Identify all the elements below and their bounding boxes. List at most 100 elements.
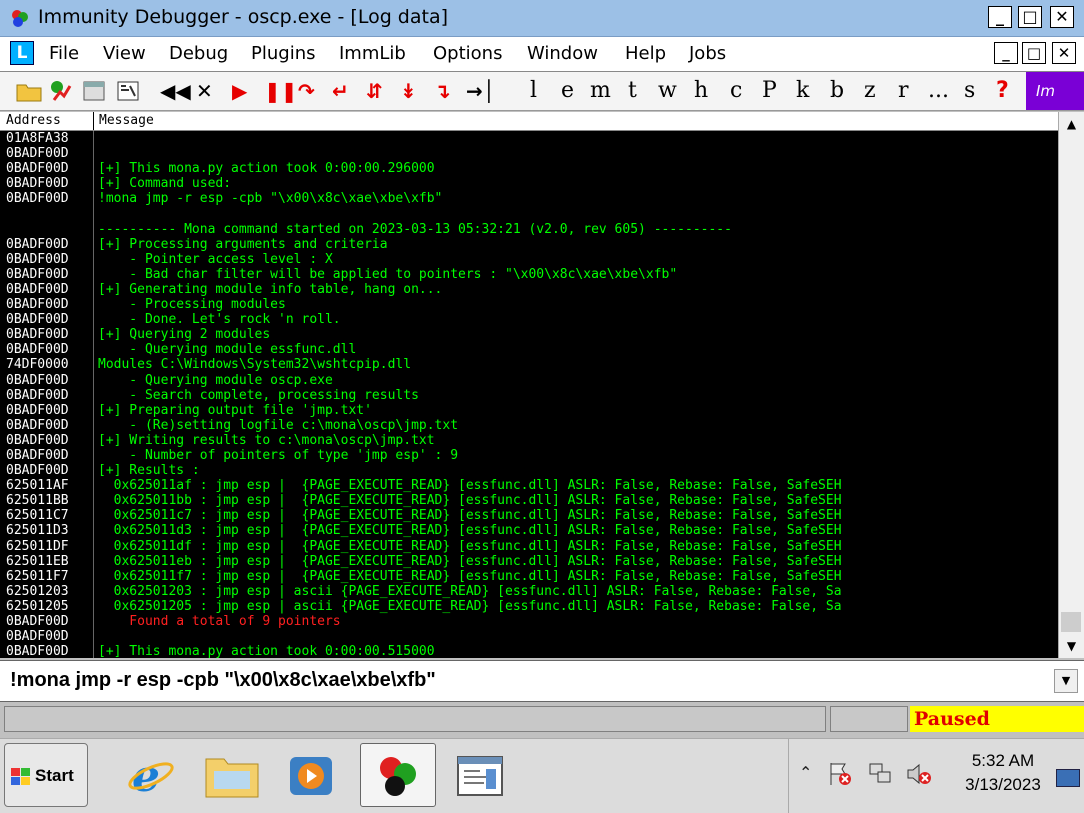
menu-debug[interactable]: Debug — [169, 43, 228, 64]
menu-help[interactable]: Help — [625, 43, 666, 64]
help-icon[interactable]: ? — [996, 78, 1009, 104]
trace-over-icon[interactable]: ↡ — [400, 78, 417, 104]
toolbar-p[interactable]: P — [762, 78, 777, 104]
plugin-toolbar-label[interactable]: Im — [1026, 72, 1084, 110]
menu-immlib[interactable]: ImmLib — [339, 43, 406, 64]
restart-icon[interactable] — [48, 78, 74, 104]
log-row[interactable]: 74DF0000 Modules C:\Windows\System32\wsht… — [0, 357, 1058, 372]
log-row[interactable]: 0BADF00D [+] This mona.py action took 0:0… — [0, 161, 1058, 176]
log-row[interactable]: 625011BB 0x625011bb : jmp esp | {PAGE_EX… — [0, 493, 1058, 508]
log-row[interactable]: 0BADF00D - Done. Let's rock 'n roll. — [0, 312, 1058, 327]
log-row[interactable]: 0BADF00D - (Re)setting logfile c:\mona\o… — [0, 418, 1058, 433]
log-pane[interactable]: 01A8FA38 0BADF00D 0BADF00D [+] This mona.py… — [0, 131, 1058, 658]
log-row[interactable]: 0BADF00D [+] Results : — [0, 463, 1058, 478]
log-row[interactable]: 62501205 0x62501205 : jmp esp | ascii {P… — [0, 599, 1058, 614]
open-folder-icon[interactable] — [16, 80, 42, 102]
step-over-icon[interactable]: ↵ — [332, 78, 349, 104]
show-desktop-button[interactable] — [1056, 769, 1080, 787]
execute-till-return-icon[interactable]: ↴ — [434, 78, 451, 104]
log-row[interactable]: 0BADF00D [+] Writing results to c:\mona\o… — [0, 433, 1058, 448]
minimize-button[interactable]: _ — [988, 6, 1012, 28]
menu-plugins[interactable]: Plugins — [251, 43, 315, 64]
log-row[interactable]: 0BADF00D - Bad char filter will be appli… — [0, 267, 1058, 282]
log-row[interactable]: 0BADF00D [+] Querying 2 modules — [0, 327, 1058, 342]
log-row[interactable]: 625011D3 0x625011d3 : jmp esp | {PAGE_EX… — [0, 523, 1058, 538]
network-icon[interactable] — [867, 761, 893, 787]
log-row[interactable]: 0BADF00D - Processing modules — [0, 297, 1058, 312]
toolbar-c[interactable]: c — [730, 78, 742, 104]
toolbar-t[interactable]: t — [628, 78, 637, 104]
taskbar-file-explorer[interactable] — [198, 743, 274, 807]
log-row[interactable]: 625011EB 0x625011eb : jmp esp | {PAGE_EX… — [0, 554, 1058, 569]
pause-icon[interactable]: ❚❚ — [264, 78, 298, 104]
log-row[interactable]: 0BADF00D [+] Preparing output file 'jmp.t… — [0, 403, 1058, 418]
close-button[interactable]: ✕ — [1050, 6, 1074, 28]
toolbar-ellipsis[interactable]: ... — [928, 78, 949, 104]
scroll-thumb[interactable] — [1061, 612, 1081, 632]
menu-file[interactable]: File — [49, 43, 79, 64]
log-row[interactable]: ---------- Mona command started on 2023-… — [0, 222, 1058, 237]
toolbar-w[interactable]: w — [658, 78, 677, 104]
run-icon[interactable]: ▶ — [232, 78, 247, 104]
go-to-icon[interactable]: →│ — [466, 78, 495, 104]
log-row[interactable]: 0BADF00D [+] Processing arguments and cri… — [0, 237, 1058, 252]
log-row[interactable]: 0BADF00D !mona jmp -r esp -cpb "\x00\x8c\… — [0, 191, 1058, 206]
log-row[interactable]: 0BADF00D - Number of pointers of type 'j… — [0, 448, 1058, 463]
toolbar-l[interactable]: l — [530, 78, 537, 104]
log-row[interactable]: 625011AF 0x625011af : jmp esp | {PAGE_EX… — [0, 478, 1058, 493]
log-row[interactable]: 625011F7 0x625011f7 : jmp esp | {PAGE_EX… — [0, 569, 1058, 584]
log-row[interactable] — [0, 206, 1058, 221]
log-row[interactable]: 0BADF00D — [0, 629, 1058, 644]
close-icon[interactable]: ✕ — [196, 78, 213, 104]
log-row[interactable]: 0BADF00D - Querying module essfunc.dll — [0, 342, 1058, 357]
log-row[interactable]: 625011C7 0x625011c7 : jmp esp | {PAGE_EX… — [0, 508, 1058, 523]
taskbar-internet-explorer[interactable]: e — [118, 743, 194, 807]
log-row[interactable]: 01A8FA38 — [0, 131, 1058, 146]
action-center-flag-icon[interactable] — [827, 761, 853, 787]
message-column-header[interactable]: Message — [93, 112, 154, 130]
child-minimize-button[interactable]: _ — [994, 42, 1018, 64]
menu-jobs[interactable]: Jobs — [689, 43, 726, 64]
command-history-dropdown-icon[interactable]: ▼ — [1054, 669, 1078, 693]
log-row[interactable]: 0BADF00D Found a total of 9 pointers — [0, 614, 1058, 629]
close-program-icon[interactable] — [82, 80, 106, 102]
log-row[interactable]: 0BADF00D [+] This mona.py action took 0:0… — [0, 644, 1058, 658]
taskbar-media-player[interactable] — [278, 743, 354, 807]
show-hidden-icons-icon[interactable]: ⌃ — [799, 763, 812, 782]
log-row[interactable]: 0BADF00D [+] Command used: — [0, 176, 1058, 191]
scroll-down-icon[interactable]: ▼ — [1059, 636, 1084, 656]
log-row[interactable]: 0BADF00D - Querying module oscp.exe — [0, 373, 1058, 388]
log-row[interactable]: 0BADF00D — [0, 146, 1058, 161]
toolbar-s[interactable]: s — [964, 78, 975, 104]
child-restore-button[interactable]: □ — [1022, 42, 1046, 64]
trace-into-icon[interactable]: ⇵ — [366, 78, 383, 104]
toolbar-r[interactable]: r — [898, 78, 909, 104]
toolbar-z[interactable]: z — [864, 78, 876, 104]
menu-view[interactable]: View — [103, 43, 146, 64]
toolbar-h[interactable]: h — [694, 78, 708, 104]
address-column-header[interactable]: Address — [6, 113, 61, 128]
volume-muted-icon[interactable] — [905, 761, 933, 787]
menu-window[interactable]: Window — [527, 43, 598, 64]
log-row[interactable]: 0BADF00D - Pointer access level : X — [0, 252, 1058, 267]
step-into-icon[interactable]: ↷ — [298, 78, 315, 104]
rewind-icon[interactable]: ◀◀ — [160, 78, 191, 104]
taskbar-app-window[interactable] — [444, 743, 520, 807]
command-input[interactable]: !mona jmp -r esp -cpb "\x00\x8c\xae\xbe\… — [10, 669, 436, 692]
scroll-up-icon[interactable]: ▲ — [1059, 114, 1084, 134]
title-bar[interactable]: Immunity Debugger - oscp.exe - [Log data… — [0, 0, 1084, 37]
log-row[interactable]: 625011DF 0x625011df : jmp esp | {PAGE_EX… — [0, 539, 1058, 554]
attach-icon[interactable] — [116, 80, 140, 102]
system-clock[interactable]: 5:32 AM 3/13/2023 — [958, 749, 1048, 797]
log-row[interactable]: 0BADF00D [+] Generating module info table… — [0, 282, 1058, 297]
toolbar-b[interactable]: b — [830, 78, 844, 104]
log-row[interactable]: 0BADF00D - Search complete, processing r… — [0, 388, 1058, 403]
restore-button[interactable]: □ — [1018, 6, 1042, 28]
toolbar-m[interactable]: m — [590, 78, 611, 104]
toolbar-k[interactable]: k — [796, 78, 809, 104]
log-window-icon[interactable]: L — [10, 41, 34, 65]
menu-options[interactable]: Options — [433, 43, 502, 64]
log-scrollbar[interactable]: ▲ ▼ — [1058, 112, 1084, 658]
log-row[interactable]: 62501203 0x62501203 : jmp esp | ascii {P… — [0, 584, 1058, 599]
child-close-button[interactable]: ✕ — [1052, 42, 1076, 64]
